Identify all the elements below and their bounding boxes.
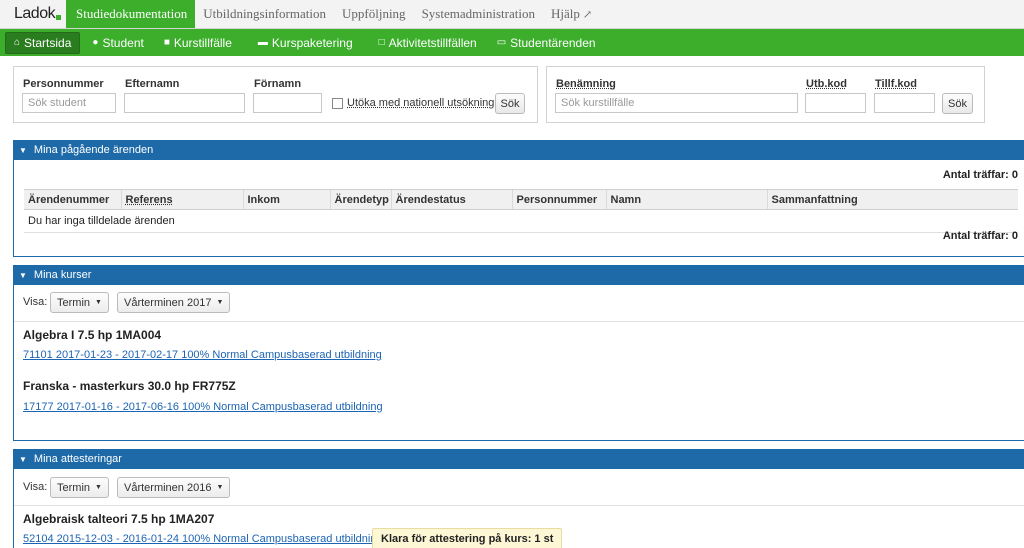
tillfkod-label: Tillf.kod xyxy=(875,78,917,90)
ladok-logo[interactable]: Ladok xyxy=(0,0,66,28)
column-sammanfattning[interactable]: Sammanfattning xyxy=(766,189,1018,210)
tab-hjalp[interactable]: Hjälp ↗ xyxy=(543,0,600,28)
column-arendestatus[interactable]: Ärendestatus xyxy=(390,189,512,210)
divider xyxy=(14,321,1024,322)
column-arendenummer[interactable]: Ärendenummer xyxy=(24,189,121,210)
subnav-aktivitetstillfallen[interactable]: □ Aktivitetstillfällen xyxy=(371,32,485,54)
book-icon: ■ xyxy=(163,37,170,48)
utbkod-input[interactable] xyxy=(805,93,866,113)
column-personnummer[interactable]: Personnummer xyxy=(511,189,606,210)
collapse-caret-icon: ▼ xyxy=(19,454,27,464)
visa-label: Visa: xyxy=(23,481,48,493)
subnav-kurspaketering[interactable]: ▬ Kurspaketering xyxy=(250,32,361,54)
utbkod-label: Utb.kod xyxy=(806,78,847,90)
course-title: Franska - masterkurs 30.0 hp FR775Z xyxy=(23,379,236,393)
inbox-icon: ▭ xyxy=(496,37,507,48)
attestation-status-badge: Klara för attestering på kurs: 1 st xyxy=(372,528,563,548)
personnummer-label: Personnummer xyxy=(23,78,104,90)
course-occasion-link[interactable]: 52104 2015-12-03 - 2016-01-24 100% Norma… xyxy=(23,533,383,545)
student-search-panel: Personnummer Efternamn Förnamn Utöka med… xyxy=(13,66,538,123)
arenden-table: Ärendenummer Referens Inkom Ärendetyp Är… xyxy=(24,189,1018,233)
external-link-icon: ↗ xyxy=(582,8,593,21)
table-row: Du har inga tilldelade ärenden xyxy=(24,209,1018,233)
arenden-section: Antal träffar: 0 Ärendenummer Referens I… xyxy=(13,160,1024,257)
subnav-studentarenden[interactable]: ▭ Studentärenden xyxy=(489,32,604,54)
collapse-caret-icon: ▼ xyxy=(19,270,27,280)
attesteringar-section: Visa: Termin ▼ Vårterminen 2016 ▼ Algebrai… xyxy=(13,469,1024,548)
subnav-startsida[interactable]: ⌂ Startsida xyxy=(5,31,81,54)
chevron-down-icon: ▼ xyxy=(95,484,102,491)
column-inkom[interactable]: Inkom xyxy=(242,189,330,210)
divider xyxy=(14,505,1024,506)
folder-icon: ▬ xyxy=(257,37,268,48)
course-title: Algebraisk talteori 7.5 hp 1MA207 xyxy=(23,512,215,526)
user-icon: ● xyxy=(92,37,99,48)
sub-navigation: ⌂ Startsida ● Student ■ Kurstillfälle ▬ Kurs… xyxy=(0,29,1024,56)
national-search-label[interactable]: Utöka med nationell utsökning xyxy=(347,97,494,109)
student-search-button[interactable]: Sök xyxy=(495,93,525,114)
course-occasion-link[interactable]: 71101 2017-01-23 - 2017-02-17 100% Norma… xyxy=(23,349,382,361)
attesteringar-filter-type-dropdown[interactable]: Termin ▼ xyxy=(50,477,109,498)
calendar-icon: □ xyxy=(378,37,385,48)
course-search-panel: Benämning Utb.kod Tillf.kod Sök xyxy=(546,66,985,123)
tillfkod-input[interactable] xyxy=(874,93,935,113)
chevron-down-icon: ▼ xyxy=(95,299,102,306)
efternamn-label: Efternamn xyxy=(125,78,180,90)
visa-label: Visa: xyxy=(23,296,48,308)
efternamn-input[interactable] xyxy=(124,93,245,113)
chevron-down-icon: ▼ xyxy=(216,484,224,491)
arenden-count-bottom: Antal träffar: 0 xyxy=(942,230,1018,242)
arenden-count-top: Antal träffar: 0 xyxy=(942,169,1018,181)
chevron-down-icon: ▼ xyxy=(216,299,224,306)
fornamn-input[interactable] xyxy=(253,93,322,113)
empty-message: Du har inga tilldelade ärenden xyxy=(24,209,1018,233)
column-referens[interactable]: Referens xyxy=(120,189,243,210)
arenden-header[interactable]: ▼ Mina pågående ärenden xyxy=(13,140,1024,160)
personnummer-input[interactable] xyxy=(22,93,116,113)
tab-systemadministration[interactable]: Systemadministration xyxy=(414,0,543,28)
column-arendetyp[interactable]: Ärendetyp xyxy=(329,189,391,210)
kurser-filter-type-dropdown[interactable]: Termin ▼ xyxy=(50,292,109,313)
benamning-label: Benämning xyxy=(556,78,616,90)
kurser-header[interactable]: ▼ Mina kurser xyxy=(13,265,1024,285)
tab-uppfoljning[interactable]: Uppföljning xyxy=(334,0,414,28)
collapse-caret-icon: ▼ xyxy=(19,145,27,155)
tab-utbildningsinformation[interactable]: Utbildningsinformation xyxy=(195,0,334,28)
top-navigation: Ladok Studiedokumentation Utbildningsinf… xyxy=(0,0,1024,29)
attesteringar-header[interactable]: ▼ Mina attesteringar xyxy=(13,449,1024,469)
fornamn-label: Förnamn xyxy=(254,78,302,90)
benamning-input[interactable] xyxy=(555,93,798,113)
arenden-table-header: Ärendenummer Referens Inkom Ärendetyp Är… xyxy=(24,189,1018,210)
column-namn[interactable]: Namn xyxy=(605,189,767,210)
kurser-section: Visa: Termin ▼ Vårterminen 2017 ▼ Algebra … xyxy=(13,285,1024,441)
subnav-student[interactable]: ● Student xyxy=(84,32,151,54)
kurser-filter-term-dropdown[interactable]: Vårterminen 2017 ▼ xyxy=(117,292,231,313)
subnav-kurstillfalle[interactable]: ■ Kurstillfälle xyxy=(156,32,240,54)
home-icon: ⌂ xyxy=(14,37,21,48)
national-search-checkbox[interactable] xyxy=(332,98,343,109)
attesteringar-filter-term-dropdown[interactable]: Vårterminen 2016 ▼ xyxy=(117,477,231,498)
course-title: Algebra I 7.5 hp 1MA004 xyxy=(23,328,162,342)
course-search-button[interactable]: Sök xyxy=(942,93,973,114)
course-occasion-link[interactable]: 17177 2017-01-16 - 2017-06-16 100% Norma… xyxy=(23,401,383,413)
tab-studiedokumentation[interactable]: Studiedokumentation xyxy=(66,0,196,28)
